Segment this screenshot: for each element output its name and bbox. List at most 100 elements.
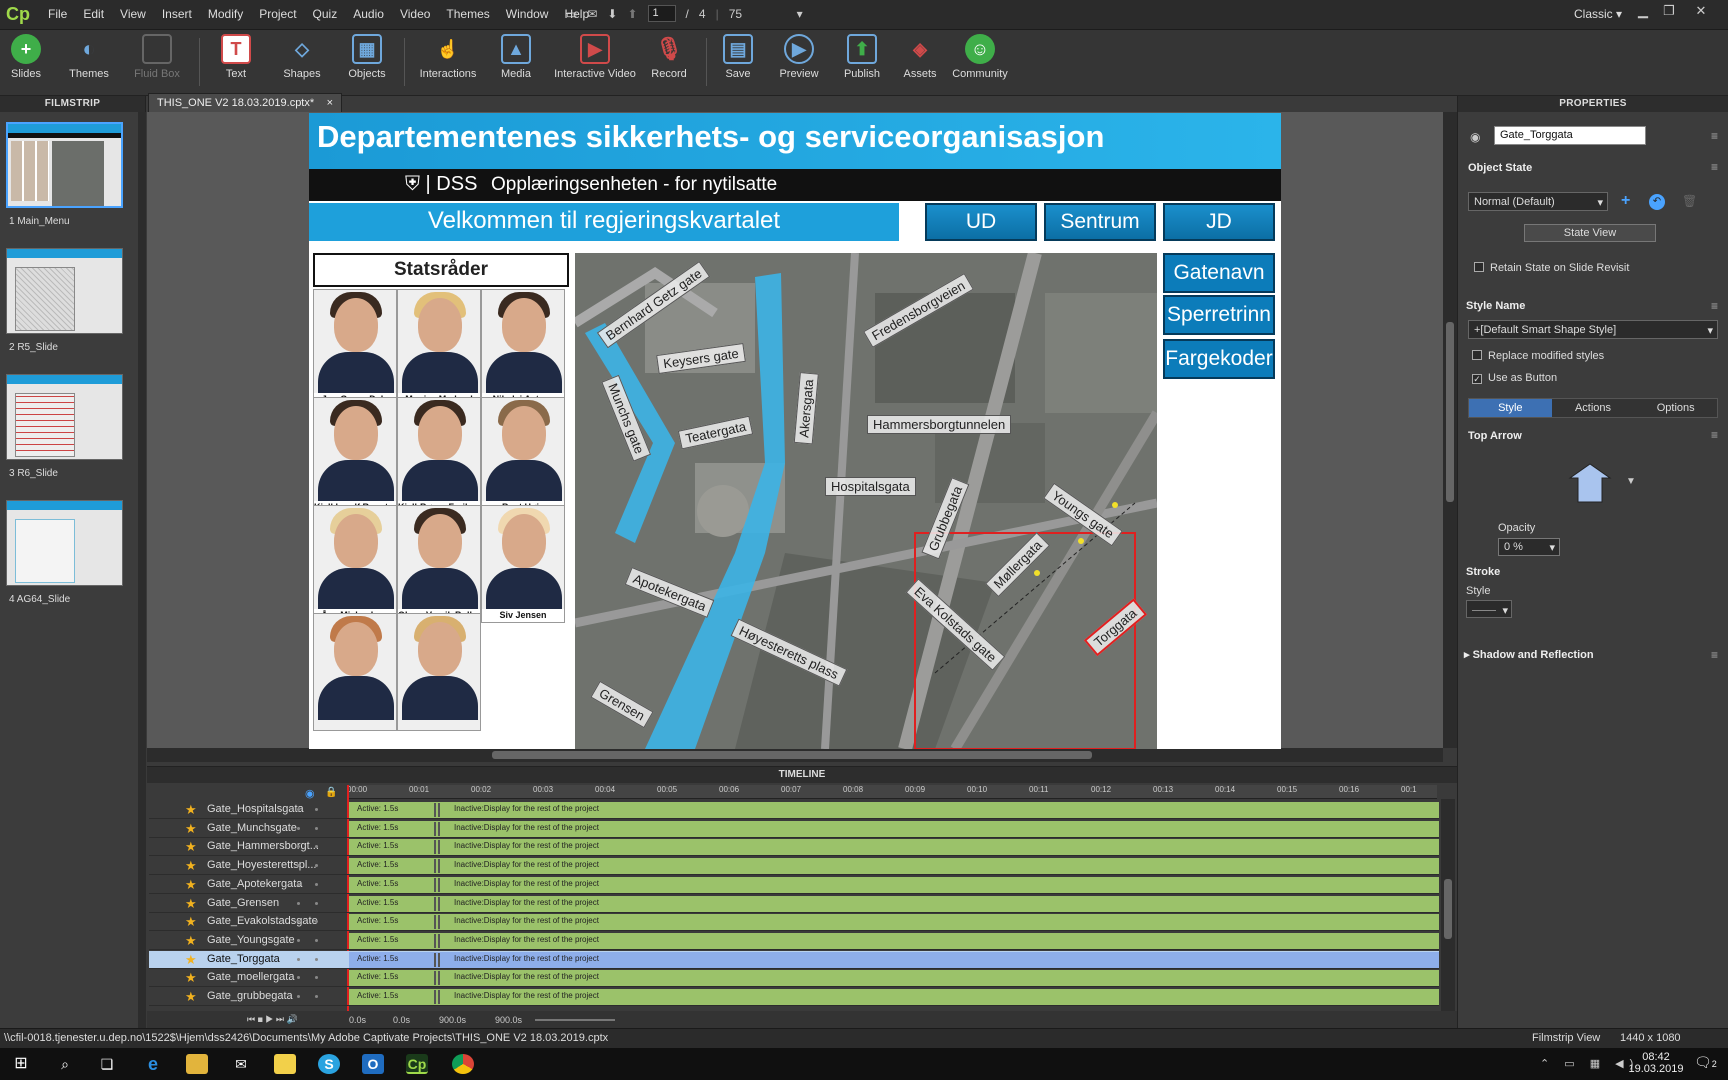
opacity-input[interactable]: 0 % ▾ xyxy=(1498,538,1560,556)
add-state-icon[interactable]: + xyxy=(1621,192,1630,210)
edge-icon[interactable]: e xyxy=(142,1054,164,1074)
eye-icon[interactable]: ◉ xyxy=(305,787,315,800)
search-icon[interactable]: ⌕ xyxy=(54,1054,76,1074)
timeline-vscrollbar[interactable] xyxy=(1441,799,1455,1011)
media-button[interactable]: ▲ Media xyxy=(496,34,536,80)
timeline-zoom-slider[interactable] xyxy=(535,1019,615,1021)
visibility-dot[interactable] xyxy=(297,808,300,811)
lock-icon[interactable]: 🔒 xyxy=(325,787,337,798)
lock-dot[interactable] xyxy=(315,901,318,905)
object-name-input[interactable]: Gate_Torggata xyxy=(1494,126,1646,145)
bar-divider[interactable] xyxy=(434,821,440,836)
community-button[interactable]: ☺ Community xyxy=(952,34,1008,80)
timeline-row[interactable]: ★ Gate_Evakolstadsgate Active: 1.5s Inactiv… xyxy=(149,913,1439,932)
restore-icon[interactable]: ❐ xyxy=(1658,0,1680,22)
gatenavn-button[interactable]: Gatenavn xyxy=(1163,253,1275,293)
menu-edit[interactable]: Edit xyxy=(75,7,112,21)
timeline-row[interactable]: ★ Gate_moellergata Active: 1.5s Inactive:Di… xyxy=(149,969,1439,988)
timeline-vscroll-thumb[interactable] xyxy=(1444,879,1452,939)
minister-photo[interactable]: Jon Georg Dale xyxy=(313,289,397,407)
map-image[interactable]: Bernhard Getz gate Keysers gate Fredensb… xyxy=(575,253,1157,749)
slide-thumbnail-2[interactable] xyxy=(6,248,123,334)
fargekoder-button[interactable]: Fargekoder xyxy=(1163,339,1275,379)
mail-icon[interactable]: ✉ xyxy=(587,7,597,21)
visibility-dot[interactable] xyxy=(297,995,300,998)
minister-photo[interactable]: Siv Jensen xyxy=(481,505,565,623)
minister-photo[interactable] xyxy=(397,613,481,731)
visibility-eye-icon[interactable]: ◉ xyxy=(1470,130,1480,144)
tab-style[interactable]: Style xyxy=(1469,399,1552,417)
menu-file[interactable]: File xyxy=(40,7,75,21)
menu-window[interactable]: Window xyxy=(498,7,557,21)
bar-divider[interactable] xyxy=(434,952,440,967)
zoom-select[interactable]: 75 ▾ xyxy=(729,7,803,21)
bar-divider[interactable] xyxy=(434,877,440,892)
objects-button[interactable]: ▦ Objects xyxy=(346,34,388,80)
state-dropdown[interactable]: Normal (Default) ▾ xyxy=(1468,192,1608,211)
notification-icon[interactable]: 🗨2 xyxy=(1694,1054,1717,1071)
shapes-button[interactable]: ◇ Shapes xyxy=(280,34,324,81)
minister-photo[interactable] xyxy=(313,613,397,731)
minister-photo[interactable]: Olaug Vervik Bollestad xyxy=(397,505,481,623)
tab-options[interactable]: Options xyxy=(1634,399,1718,417)
menu-view[interactable]: View xyxy=(112,7,154,21)
stage-vscroll-thumb[interactable] xyxy=(1446,322,1454,502)
bar-divider[interactable] xyxy=(434,896,440,911)
welcome-banner[interactable]: Velkommen til regjeringskvartalet xyxy=(309,203,899,241)
close-icon[interactable]: ✕ xyxy=(1690,0,1712,22)
sticky-notes-icon[interactable] xyxy=(274,1054,296,1074)
publish-button[interactable]: ⬆ Publish xyxy=(842,34,882,80)
outlook-icon[interactable]: O xyxy=(362,1054,384,1074)
task-view-icon[interactable]: ❏ xyxy=(96,1054,118,1074)
bar-divider[interactable] xyxy=(434,915,440,930)
style-name-dropdown[interactable]: +[Default Smart Shape Style] ▾ xyxy=(1468,320,1718,339)
stroke-style-dropdown[interactable]: ▾ xyxy=(1466,600,1512,618)
shadow-reflection-section[interactable]: ▸ Shadow and Reflection xyxy=(1464,648,1594,661)
bar-divider[interactable] xyxy=(434,971,440,986)
minister-photo[interactable]: Nikolai Astrup xyxy=(481,289,565,407)
slide-thumbnail-1[interactable] xyxy=(6,122,123,208)
system-tray-icons[interactable]: ⌃ ▭ ▦ ◀) xyxy=(1540,1057,1639,1070)
bar-divider[interactable] xyxy=(434,803,440,817)
minimize-icon[interactable]: ▁ xyxy=(1632,0,1654,22)
minister-photo[interactable]: Bent Høie xyxy=(481,397,565,515)
stage-hscroll-thumb[interactable] xyxy=(492,751,1092,759)
lock-dot[interactable] xyxy=(315,882,318,886)
minister-photo[interactable]: Kjell-Børge Freiberg xyxy=(397,397,481,515)
timeline-row[interactable]: ★ Gate_Apotekergata Active: 1.5s Inactive:D… xyxy=(149,876,1439,894)
lock-dot[interactable] xyxy=(315,808,318,811)
mail-icon[interactable]: ✉ xyxy=(230,1054,252,1074)
slide-title[interactable]: Departementenes sikkerhets- og serviceor… xyxy=(309,113,1281,169)
lock-dot[interactable] xyxy=(315,995,318,998)
visibility-dot[interactable] xyxy=(297,938,300,942)
state-view-button[interactable]: State View xyxy=(1524,224,1656,242)
arrow-options-icon[interactable]: ≡ xyxy=(1711,428,1718,442)
save-button[interactable]: ▤ Save xyxy=(722,34,754,80)
windows-start-icon[interactable]: ⊞ xyxy=(10,1054,32,1074)
nav-button-sentrum[interactable]: Sentrum xyxy=(1044,203,1156,241)
lock-dot[interactable] xyxy=(315,938,318,942)
timeline-row[interactable]: ★ Gate_Hospitalsgata Active: 1.5s Inactive:… xyxy=(149,801,1439,819)
lock-dot[interactable] xyxy=(315,826,318,830)
file-explorer-icon[interactable] xyxy=(186,1054,208,1074)
timeline-ruler[interactable]: 00:00 00:01 00:02 00:03 00:04 00:05 00:06 00:07… xyxy=(347,785,1437,799)
chevron-down-icon[interactable]: ▼ xyxy=(1626,476,1636,487)
replace-styles-checkbox[interactable]: Replace modified styles xyxy=(1472,350,1604,362)
minister-photo[interactable]: Monica Mæland xyxy=(397,289,481,407)
menu-insert[interactable]: Insert xyxy=(154,7,200,21)
preview-button[interactable]: ▶ Preview xyxy=(776,34,822,80)
sperretrinn-button[interactable]: Sperretrinn xyxy=(1163,295,1275,335)
themes-button[interactable]: ◐ Themes xyxy=(66,34,112,80)
record-button[interactable]: 🎙 Record xyxy=(650,34,688,80)
slide-subtitle-band[interactable]: ⛨ | DSS Opplæringsenheten - for nytilsat… xyxy=(309,169,1281,201)
timeline-row[interactable]: ★ Gate_Torggata Active: 1.5s Inactive:Displ… xyxy=(149,950,1439,969)
menu-quiz[interactable]: Quiz xyxy=(305,7,346,21)
prev-slide-icon[interactable]: ⬆ xyxy=(627,7,637,21)
state-options-icon[interactable]: ≡ xyxy=(1711,160,1718,174)
stage-hscrollbar[interactable] xyxy=(147,748,1443,762)
close-tab-icon[interactable]: × xyxy=(327,94,333,112)
timeline-row[interactable]: ★ Gate_Hoyesterettspl... Active: 1.5s Inact… xyxy=(149,857,1439,876)
visibility-dot[interactable] xyxy=(297,901,300,905)
workspace-select[interactable]: Classic ▾ xyxy=(1574,7,1622,21)
text-button[interactable]: T Text xyxy=(216,34,256,80)
